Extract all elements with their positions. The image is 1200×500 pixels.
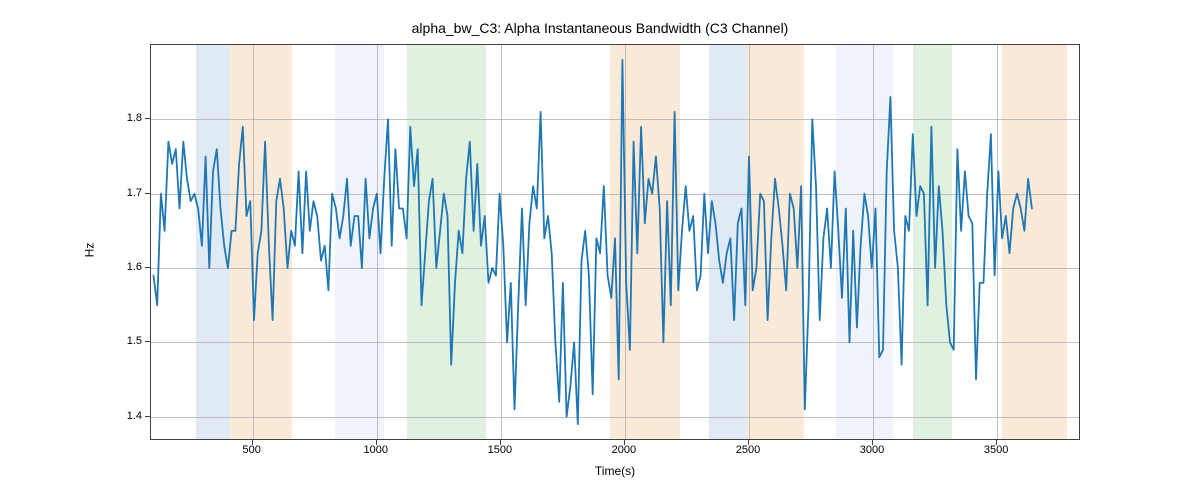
y-tick-mark (145, 118, 150, 119)
x-tick-label: 3500 (984, 444, 1008, 456)
x-tick-label: 1500 (488, 444, 512, 456)
chart-title: alpha_bw_C3: Alpha Instantaneous Bandwid… (0, 20, 1200, 36)
y-tick-label: 1.6 (127, 261, 142, 273)
x-axis-label: Time(s) (150, 464, 1080, 478)
y-tick-mark (145, 193, 150, 194)
x-tick-label: 3000 (860, 444, 884, 456)
y-tick-mark (145, 416, 150, 417)
x-tick-label: 500 (243, 444, 261, 456)
y-tick-label: 1.7 (127, 187, 142, 199)
y-tick-label: 1.8 (127, 112, 142, 124)
x-tick-label: 1000 (364, 444, 388, 456)
x-tick-label: 2500 (736, 444, 760, 456)
y-tick-label: 1.5 (127, 335, 142, 347)
y-tick-label: 1.4 (127, 410, 142, 422)
y-tick-mark (145, 267, 150, 268)
chart-figure: alpha_bw_C3: Alpha Instantaneous Bandwid… (0, 0, 1200, 500)
y-tick-mark (145, 341, 150, 342)
plot-area (150, 44, 1080, 440)
y-axis-label: Hz (82, 243, 96, 258)
x-tick-label: 2000 (612, 444, 636, 456)
line-series (151, 45, 1079, 439)
